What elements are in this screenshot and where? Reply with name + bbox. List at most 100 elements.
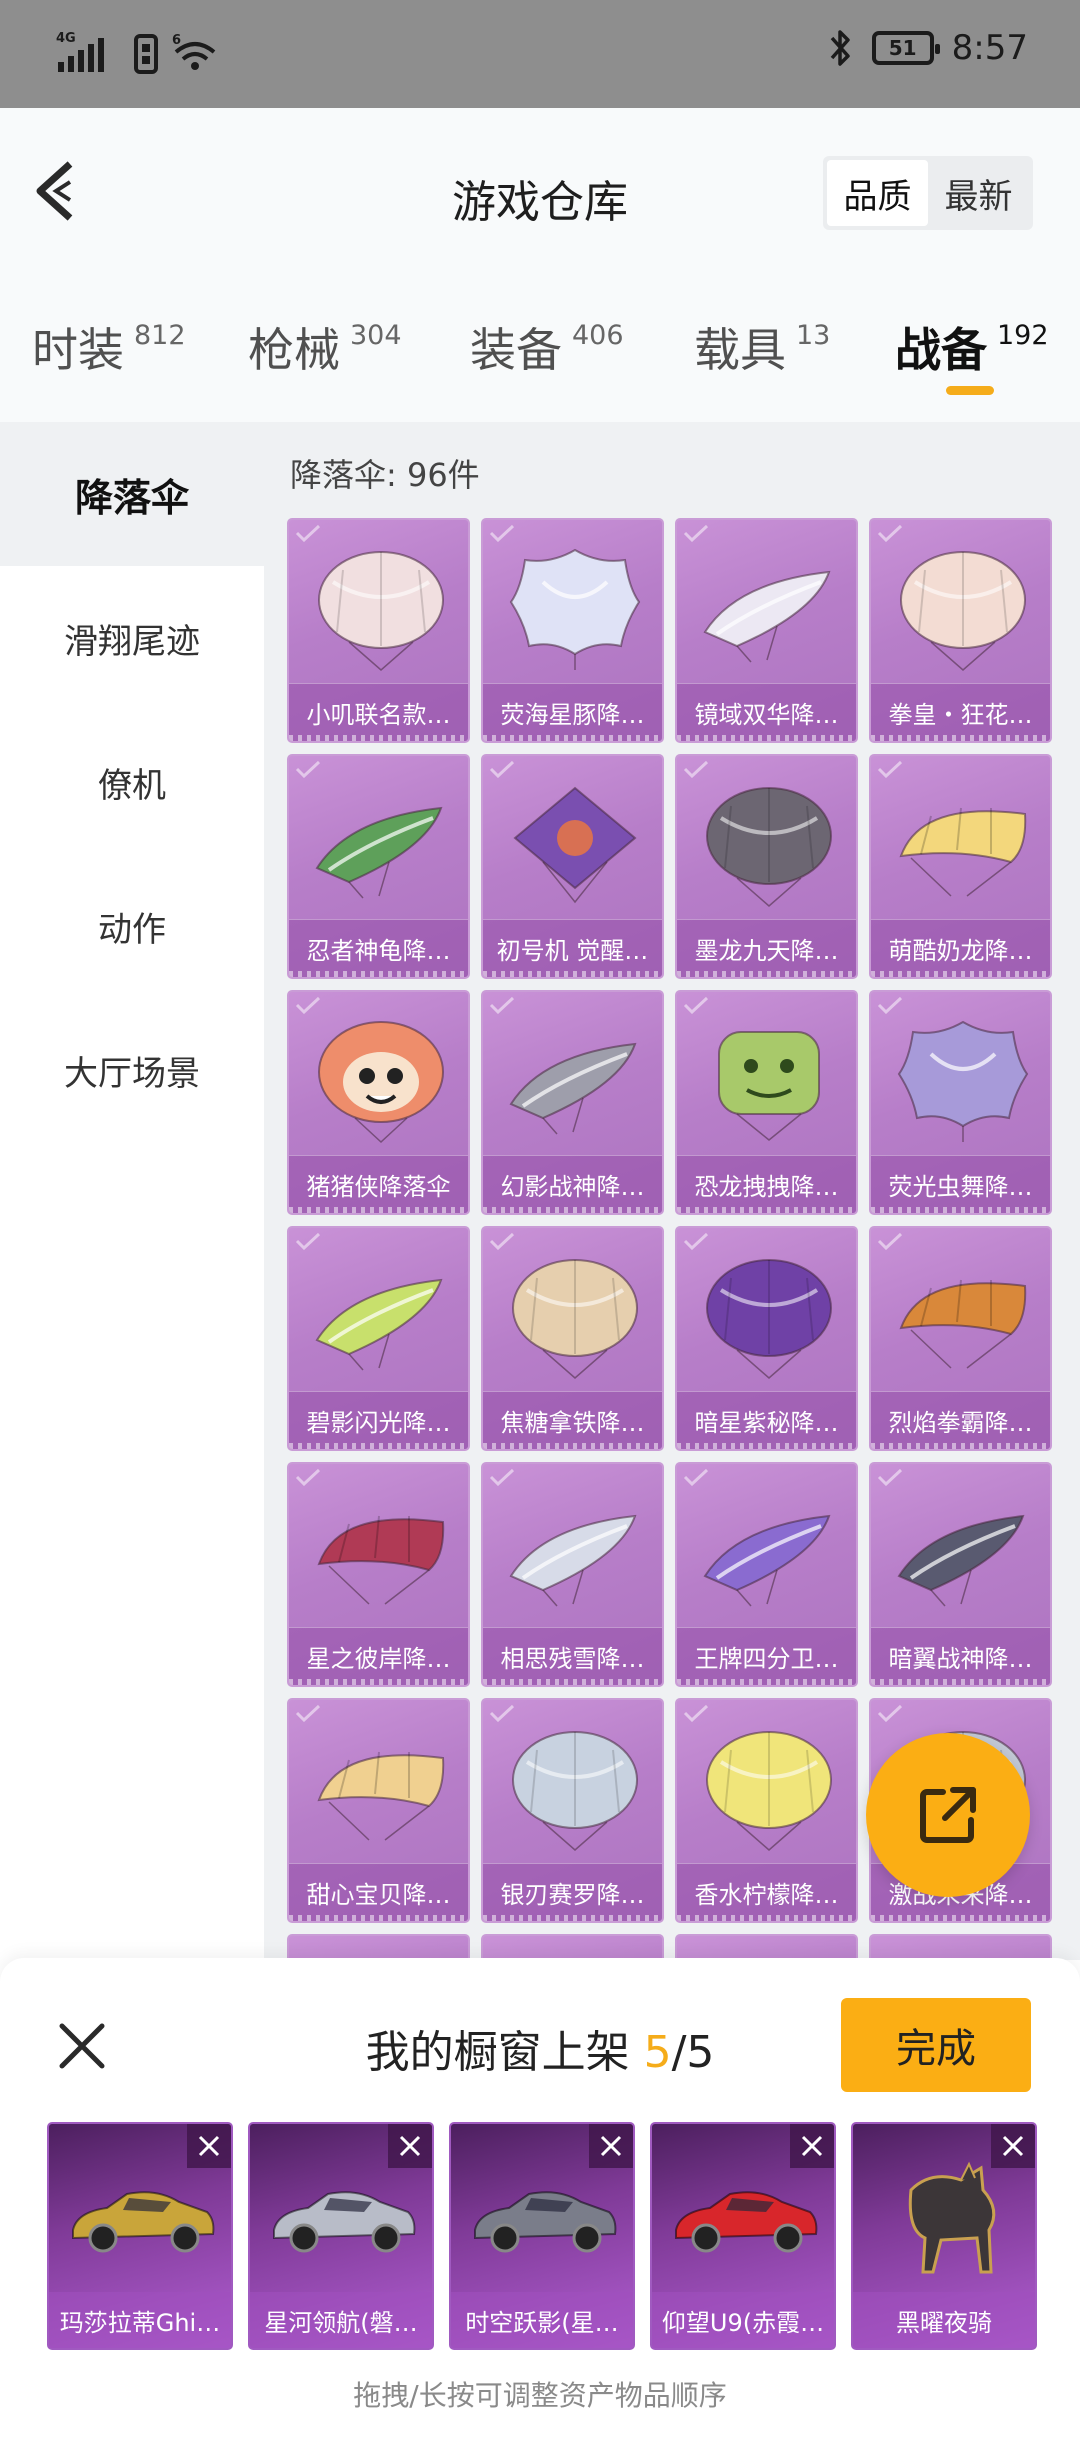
parachute-item[interactable]: 忍者神龟降…	[287, 754, 470, 979]
item-name: 拳皇・狂花…	[871, 683, 1050, 741]
check-icon	[683, 996, 709, 1014]
parachute-item[interactable]: 王牌四分卫…	[675, 1462, 858, 1687]
item-name: 幻影战神降…	[483, 1155, 662, 1213]
parachute-item[interactable]: 墨龙九天降…	[675, 754, 858, 979]
item-name: 墨龙九天降…	[677, 919, 856, 977]
parachute-item[interactable]: 荧海星豚降…	[481, 518, 664, 743]
sidebar-item-glide-trail[interactable]: 滑翔尾迹	[0, 566, 264, 710]
tab-battle-gear[interactable]: 战备 192	[895, 314, 1049, 380]
showcase-item[interactable]: 星河领航(磐…	[248, 2122, 434, 2350]
glider-icon	[697, 1486, 840, 1621]
car-icon	[67, 2160, 217, 2280]
sim-icon	[134, 34, 158, 74]
tab-weapons[interactable]: 枪械 304	[248, 314, 402, 380]
showcase-item[interactable]: 黑曜夜骑	[851, 2122, 1037, 2350]
parachute-square-icon	[697, 1014, 840, 1149]
showcase-item-name: 时空跃影(星…	[451, 2292, 633, 2348]
check-icon	[489, 1232, 515, 1250]
parachute-item[interactable]: 拳皇・狂花…	[869, 518, 1052, 743]
check-icon	[877, 760, 903, 778]
remove-item-button[interactable]	[790, 2124, 834, 2168]
item-name: 王牌四分卫…	[677, 1627, 856, 1685]
check-icon	[489, 996, 515, 1014]
showcase-item-name: 仰望U9(赤霞…	[652, 2292, 834, 2348]
parachute-item[interactable]: 小叽联名款…	[287, 518, 470, 743]
sort-option-quality[interactable]: 品质	[827, 160, 928, 226]
showcase-sheet: 我的橱窗上架 5/5 完成 玛莎拉蒂Ghi… 星河领航(磐… 时空跃影(星… 仰…	[0, 1958, 1080, 2460]
parachute-item[interactable]	[481, 1934, 664, 1960]
parachute-item[interactable]: 荧光虫舞降…	[869, 990, 1052, 1215]
item-name: 镜域双华降…	[677, 683, 856, 741]
parachute-round-icon	[697, 1250, 840, 1385]
sidebar-item-emote[interactable]: 动作	[0, 854, 264, 998]
car-icon	[268, 2160, 418, 2280]
parachute-item[interactable]: 恐龙拽拽降…	[675, 990, 858, 1215]
item-rarity-bar	[871, 971, 1050, 977]
cellular-signal-icon: 4G	[56, 31, 104, 72]
showcase-item[interactable]: 仰望U9(赤霞…	[650, 2122, 836, 2350]
parachute-canopy-icon	[891, 1250, 1034, 1385]
parachute-item[interactable]: 星之彼岸降…	[287, 1462, 470, 1687]
tab-fashion[interactable]: 时装 812	[32, 314, 186, 380]
sidebar-item-parachute[interactable]: 降落伞	[0, 422, 264, 566]
parachute-item[interactable]: 焦糖拿铁降…	[481, 1226, 664, 1451]
tab-label: 时装	[32, 323, 124, 377]
item-rarity-bar	[677, 971, 856, 977]
parachute-item[interactable]: 香水柠檬降…	[675, 1698, 858, 1923]
parachute-item[interactable]: 幻影战神降…	[481, 990, 664, 1215]
remove-item-button[interactable]	[388, 2124, 432, 2168]
parachute-item[interactable]: 猪猪侠降落伞	[287, 990, 470, 1215]
parachute-item[interactable]: 萌酷奶龙降…	[869, 754, 1052, 979]
tab-vehicles[interactable]: 载具 13	[694, 314, 830, 380]
parachute-item[interactable]: 烈焰拳霸降…	[869, 1226, 1052, 1451]
item-rarity-bar	[677, 735, 856, 741]
close-icon	[801, 2135, 823, 2157]
showcase-item[interactable]: 玛莎拉蒂Ghi…	[47, 2122, 233, 2350]
item-rarity-bar	[289, 735, 468, 741]
tab-count: 13	[796, 320, 831, 351]
parachute-round-icon	[697, 1722, 840, 1857]
parachute-star-icon	[503, 542, 646, 677]
status-right: 51 8:57	[828, 28, 1028, 68]
remove-item-button[interactable]	[187, 2124, 231, 2168]
sidebar: 降落伞 滑翔尾迹 僚机 动作 大厅场景	[0, 422, 264, 1960]
parachute-item[interactable]: 暗星紫秘降…	[675, 1226, 858, 1451]
parachute-item[interactable]: 甜心宝贝降…	[287, 1698, 470, 1923]
parachute-item[interactable]	[675, 1934, 858, 1960]
check-icon	[295, 1468, 321, 1486]
sort-option-newest[interactable]: 最新	[928, 160, 1029, 226]
remove-item-button[interactable]	[589, 2124, 633, 2168]
parachute-item[interactable]: 相思残雪降…	[481, 1462, 664, 1687]
reorder-hint: 拖拽/长按可调整资产物品顺序	[353, 2379, 727, 2412]
item-rarity-bar	[677, 1443, 856, 1449]
done-button[interactable]: 完成	[841, 1998, 1031, 2092]
share-button[interactable]	[866, 1733, 1030, 1897]
item-rarity-bar	[871, 1679, 1050, 1685]
remove-item-button[interactable]	[991, 2124, 1035, 2168]
item-rarity-bar	[871, 1915, 1050, 1921]
header: 游戏仓库 品质 最新	[0, 108, 1080, 270]
horse-icon	[871, 2160, 1021, 2280]
sidebar-item-wingman[interactable]: 僚机	[0, 710, 264, 854]
sidebar-item-lobby-scene[interactable]: 大厅场景	[0, 998, 264, 1142]
tab-count: 406	[572, 320, 624, 351]
parachute-item[interactable]	[287, 1934, 470, 1960]
parachute-item[interactable]: 镜域双华降…	[675, 518, 858, 743]
check-icon	[295, 1704, 321, 1722]
parachute-item[interactable]: 碧影闪光降…	[287, 1226, 470, 1451]
glider-icon	[309, 1250, 452, 1385]
svg-text:4G: 4G	[56, 31, 76, 46]
item-rarity-bar	[677, 1679, 856, 1685]
close-icon	[1002, 2135, 1024, 2157]
showcase-item[interactable]: 时空跃影(星…	[449, 2122, 635, 2350]
item-rarity-bar	[289, 1207, 468, 1213]
tab-equipment[interactable]: 装备 406	[470, 314, 624, 380]
check-icon	[683, 524, 709, 542]
glider-icon	[891, 1486, 1034, 1621]
item-name: 小叽联名款…	[289, 683, 468, 741]
parachute-item[interactable]: 暗翼战神降…	[869, 1462, 1052, 1687]
parachute-item[interactable]: 银刃赛罗降…	[481, 1698, 664, 1923]
parachute-item[interactable]	[869, 1934, 1052, 1960]
parachute-item[interactable]: 初号机 觉醒…	[481, 754, 664, 979]
parachute-round-icon	[309, 542, 452, 677]
